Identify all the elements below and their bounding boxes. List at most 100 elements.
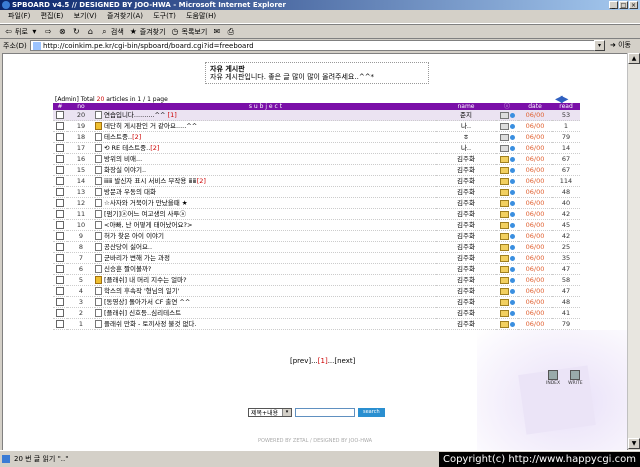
table-row[interactable]: 14 ⅲⅲ 발신자 표시 서비스 부작용 ⅲⅲ[2] 김주화 06/00 114 bbox=[53, 175, 580, 187]
mail-icon[interactable] bbox=[499, 199, 509, 207]
table-row[interactable]: 16 방위의 비애... 김주화 06/00 67 bbox=[53, 153, 580, 165]
homepage-icon[interactable] bbox=[509, 178, 515, 184]
homepage-icon[interactable] bbox=[509, 145, 515, 151]
history-button[interactable]: ◷ 목록보기 bbox=[171, 27, 208, 37]
row-subject-link[interactable]: 신승훈 짤이볼까? bbox=[104, 265, 151, 273]
row-name[interactable]: 김주화 bbox=[436, 307, 496, 319]
row-checkbox[interactable] bbox=[56, 232, 64, 240]
pager-current[interactable]: [1] bbox=[318, 357, 328, 365]
vertical-scrollbar[interactable]: ▲ ▼ bbox=[627, 53, 640, 449]
row-checkbox[interactable] bbox=[56, 199, 64, 207]
row-name[interactable]: 김주화 bbox=[436, 318, 496, 330]
homepage-icon[interactable] bbox=[509, 310, 515, 316]
table-row[interactable]: 10 <아빠, 난 어떻게 태어났어요?> 김주화 06/00 45 bbox=[53, 219, 580, 231]
table-row[interactable]: 20 연습입니다..........^^ [1] 준지 06/00 53 bbox=[53, 110, 580, 121]
mail-icon[interactable] bbox=[499, 144, 509, 152]
row-checkbox[interactable] bbox=[56, 265, 64, 273]
mail-icon[interactable] bbox=[499, 111, 509, 119]
homepage-icon[interactable] bbox=[509, 321, 515, 327]
table-row[interactable]: 8 공산당이 싫어요.. 김주화 06/00 25 bbox=[53, 241, 580, 253]
row-name[interactable]: 김주화 bbox=[436, 186, 496, 198]
table-row[interactable]: 9 허가 찾은 아이 이야기 김주화 06/00 42 bbox=[53, 230, 580, 242]
row-name[interactable]: 김주화 bbox=[436, 252, 496, 264]
row-subject-link[interactable]: [펌기]ⓐ어느 여고생의 사투ⓐ bbox=[104, 210, 186, 218]
homepage-icon[interactable] bbox=[509, 123, 515, 129]
row-subject-link[interactable]: [플래쉬] 내 머리 지수는 얼마? bbox=[104, 276, 187, 284]
homepage-icon[interactable] bbox=[509, 156, 515, 162]
search-button[interactable]: ⌕ 검색 bbox=[100, 27, 124, 37]
search-input[interactable] bbox=[295, 408, 355, 417]
maximize-button[interactable]: □ bbox=[619, 1, 628, 9]
index-button[interactable]: INDEX bbox=[546, 370, 560, 386]
mail-icon[interactable] bbox=[499, 298, 509, 306]
table-row[interactable]: 7 군바리가 변해 가는 과정 김주화 06/00 35 bbox=[53, 252, 580, 264]
refresh-icon[interactable]: ↻ bbox=[72, 27, 81, 36]
row-subject-link[interactable]: ☆사자와 거북이가 만났을때 ★ bbox=[104, 199, 188, 207]
table-row[interactable]: 19 데단히 게시판인 거 같아요.....^^ 나.. 06/00 1 bbox=[53, 120, 580, 132]
row-checkbox[interactable] bbox=[56, 287, 64, 295]
homepage-icon[interactable] bbox=[509, 299, 515, 305]
row-name[interactable]: 김주화 bbox=[436, 296, 496, 308]
table-row[interactable]: 4 학스의 후속작 '형님의 일기' 김주화 06/00 47 bbox=[53, 285, 580, 297]
scroll-up-icon[interactable]: ▲ bbox=[628, 53, 640, 64]
homepage-icon[interactable] bbox=[509, 277, 515, 283]
row-checkbox[interactable] bbox=[56, 320, 64, 328]
mail-icon[interactable] bbox=[499, 122, 509, 130]
row-subject-link[interactable]: 공산당이 싫어요.. bbox=[104, 243, 152, 251]
row-checkbox[interactable] bbox=[56, 177, 64, 185]
menu-favorites[interactable]: 즐겨찾기(A) bbox=[107, 12, 143, 20]
mail-icon[interactable] bbox=[499, 309, 509, 317]
row-name[interactable]: 김주화 bbox=[436, 263, 496, 275]
row-subject-link[interactable]: 플래쉬 만화 - 토끼사정 불것 없다. bbox=[104, 320, 196, 328]
address-dropdown-icon[interactable]: ▾ bbox=[594, 40, 605, 51]
close-button[interactable]: × bbox=[629, 1, 638, 9]
mail-icon[interactable] bbox=[499, 166, 509, 174]
row-checkbox[interactable] bbox=[56, 155, 64, 163]
mail-icon[interactable] bbox=[499, 155, 509, 163]
table-row[interactable]: 2 [플래쉬] 신호등..심리테스트 김주화 06/00 41 bbox=[53, 307, 580, 319]
search-option-select[interactable]: 제목+내용 ▾ bbox=[248, 408, 292, 417]
row-name[interactable]: 나.. bbox=[436, 120, 496, 132]
row-checkbox[interactable] bbox=[56, 111, 64, 119]
row-name[interactable]: 김주화 bbox=[436, 285, 496, 297]
home-icon[interactable]: ⌂ bbox=[86, 27, 95, 36]
table-row[interactable]: 13 방문과 우동의 대화 김주화 06/00 48 bbox=[53, 186, 580, 198]
menu-view[interactable]: 보기(V) bbox=[74, 12, 97, 20]
row-checkbox[interactable] bbox=[56, 221, 64, 229]
row-subject-link[interactable]: 테스트중.. bbox=[104, 133, 132, 141]
row-checkbox[interactable] bbox=[56, 254, 64, 262]
mail-icon[interactable] bbox=[499, 265, 509, 273]
mail-icon[interactable] bbox=[499, 210, 509, 218]
menu-file[interactable]: 파일(F) bbox=[8, 12, 30, 20]
homepage-icon[interactable] bbox=[509, 167, 515, 173]
menu-help[interactable]: 도움말(H) bbox=[186, 12, 216, 20]
pager-prev[interactable]: [prev]... bbox=[290, 357, 318, 365]
scroll-down-icon[interactable]: ▼ bbox=[628, 438, 640, 449]
table-row[interactable]: 18 테스트중..[2] ㅎ 06/00 79 bbox=[53, 131, 580, 143]
homepage-icon[interactable] bbox=[509, 288, 515, 294]
table-row[interactable]: 17 ⟲ RE 테스트중..[2] 나.. 06/00 14 bbox=[53, 142, 580, 154]
mail-icon[interactable] bbox=[499, 254, 509, 262]
row-subject-link[interactable]: 화장실 이야기.. bbox=[104, 166, 146, 174]
homepage-icon[interactable] bbox=[509, 255, 515, 261]
row-name[interactable]: 김주화 bbox=[436, 197, 496, 209]
row-name[interactable]: 김주화 bbox=[436, 208, 496, 220]
homepage-icon[interactable] bbox=[509, 189, 515, 195]
row-checkbox[interactable] bbox=[56, 188, 64, 196]
mail-icon[interactable] bbox=[499, 221, 509, 229]
row-subject-link[interactable]: ⟲ RE 테스트중.. bbox=[104, 144, 150, 152]
table-row[interactable]: 12 ☆사자와 거북이가 만났을때 ★ 김주화 06/00 40 bbox=[53, 197, 580, 209]
homepage-icon[interactable] bbox=[509, 134, 515, 140]
pager-next[interactable]: ...[next] bbox=[328, 357, 356, 365]
homepage-icon[interactable] bbox=[509, 222, 515, 228]
favorites-button[interactable]: ★ 즐겨찾기 bbox=[129, 27, 166, 37]
row-subject-link[interactable]: 방위의 비애... bbox=[104, 155, 142, 163]
row-checkbox[interactable] bbox=[56, 210, 64, 218]
search-submit-button[interactable]: search bbox=[358, 408, 385, 417]
row-name[interactable]: ㅎ bbox=[436, 131, 496, 143]
row-checkbox[interactable] bbox=[56, 166, 64, 174]
homepage-icon[interactable] bbox=[509, 200, 515, 206]
menu-tools[interactable]: 도구(T) bbox=[153, 12, 176, 20]
table-row[interactable]: 6 신승훈 짤이볼까? 김주화 06/00 47 bbox=[53, 263, 580, 275]
row-name[interactable]: 김주화 bbox=[436, 153, 496, 165]
